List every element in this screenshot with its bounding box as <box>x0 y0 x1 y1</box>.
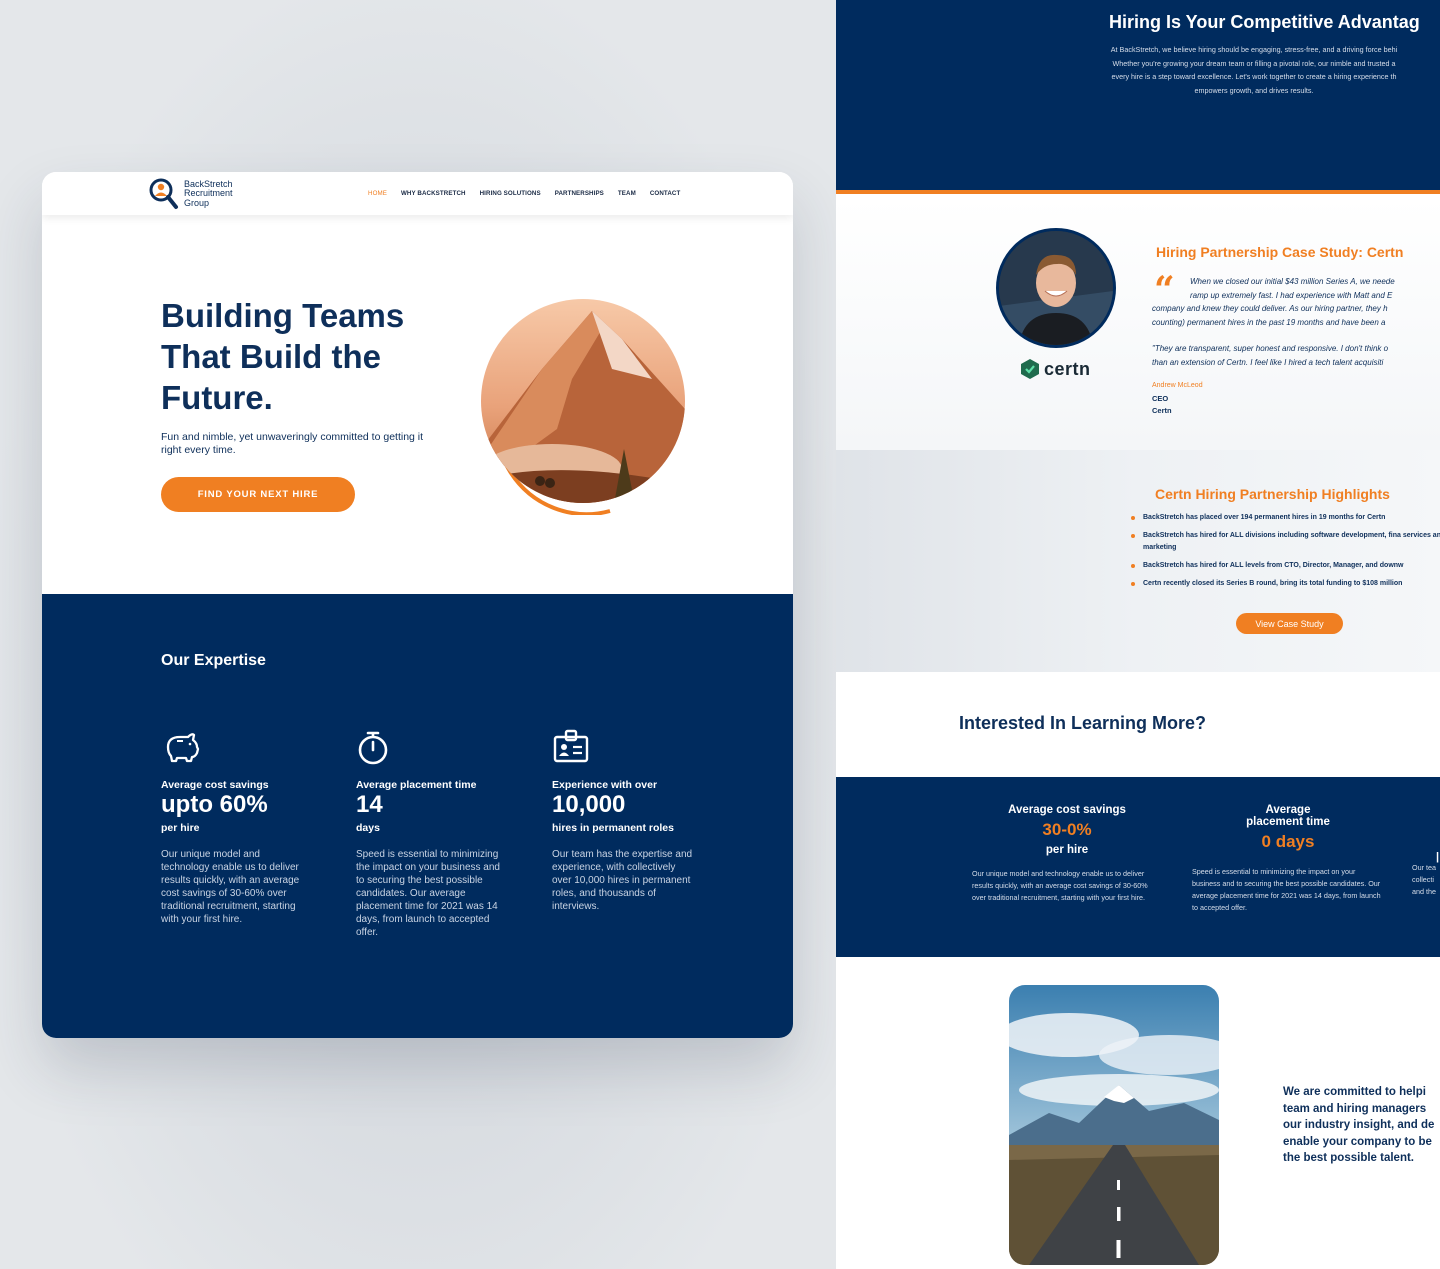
quote-line: ramp up extremely fast. I had experience… <box>1190 290 1393 300</box>
homepage-card: BackStretch Recruitment Group HOME WHY B… <box>42 172 793 1038</box>
competitive-advantage-body: At BackStretch, we believe hiring should… <box>1054 43 1440 97</box>
stat-description: Speed is essential to minimizing the imp… <box>1192 867 1381 912</box>
expertise-description: Our unique model and technology enable u… <box>161 849 300 925</box>
certn-wordmark: certn <box>1044 358 1091 379</box>
body-line: At BackStretch, we believe hiring should… <box>1110 45 1398 54</box>
quote-line: When we closed our initial $43 million S… <box>1190 277 1395 286</box>
expertise-unit: days <box>356 822 380 834</box>
commitment-line: We are committed to helpi <box>1283 1086 1426 1098</box>
testimonial-author: Andrew McLeod <box>1152 382 1203 389</box>
navbar: BackStretch Recruitment Group HOME WHY B… <box>42 172 793 215</box>
expertise-item-experience: Experience with over 10,000 hires in per… <box>552 727 702 913</box>
highlights-section: Certn Hiring Partnership Highlights Back… <box>836 450 1440 672</box>
list-item: BackStretch has placed over 194 permanen… <box>1130 512 1440 524</box>
competitive-advantage-section: Hiring Is Your Competitive Advantag At B… <box>836 0 1440 194</box>
logo[interactable]: BackStretch Recruitment Group <box>149 178 254 210</box>
road-mountain-image <box>1009 985 1219 1265</box>
case-study-title: Hiring Partnership Case Study: Certn <box>1156 244 1404 260</box>
case-study-quote: When we closed our initial $43 million S… <box>1152 275 1440 329</box>
commitment-line: the best possible talent. <box>1283 1152 1414 1164</box>
list-item: BackStretch has hired for ALL divisions … <box>1130 530 1440 554</box>
expertise-section: Our Expertise Average cost savings upto … <box>42 594 793 1038</box>
expertise-value: 14 <box>356 791 383 818</box>
stat-description: Our unique model and technology enable u… <box>972 869 1148 902</box>
stat-value: 30-0% <box>1042 820 1092 839</box>
magnifier-person-icon <box>149 178 179 210</box>
nav-team[interactable]: TEAM <box>618 190 636 197</box>
piggy-bank-icon <box>162 727 200 767</box>
stat-label-line-2: placement time <box>1246 816 1330 828</box>
certn-logo: certn <box>1020 358 1091 380</box>
list-item: BackStretch has hired for ALL levels fro… <box>1130 560 1440 572</box>
commitment-text: We are committed to helpi team and hirin… <box>1283 1084 1440 1167</box>
avatar <box>996 228 1116 348</box>
expertise-unit: hires in permanent roles <box>552 822 674 834</box>
expertise-item-cost: Average cost savings upto 60% per hire O… <box>161 727 311 926</box>
body-line: Whether you're growing your dream team o… <box>1112 58 1396 68</box>
hero-mountain-image <box>462 299 687 517</box>
highlights-title: Certn Hiring Partnership Highlights <box>1155 486 1390 502</box>
hero-title-line-3: Future. <box>161 379 273 416</box>
commitment-line: team and hiring managers <box>1283 1102 1427 1115</box>
view-case-study-button[interactable]: View Case Study <box>1236 613 1343 634</box>
nav-home[interactable]: HOME <box>368 190 387 197</box>
expertise-description: Our team has the expertise and experienc… <box>552 849 693 912</box>
expertise-label: Experience with over <box>552 779 658 791</box>
page-scroll-preview: Hiring Is Your Competitive Advantag At B… <box>836 0 1440 1269</box>
stat-cut-line: collecti <box>1412 875 1434 884</box>
expertise-unit: per hire <box>161 822 200 834</box>
nav-why-backstretch[interactable]: WHY BACKSTRETCH <box>401 190 466 197</box>
testimonial-role: CEO <box>1152 394 1169 403</box>
logo-line-3: Group <box>184 197 210 208</box>
nav-hiring-solutions[interactable]: HIRING SOLUTIONS <box>480 190 541 197</box>
expertise-label: Average placement time <box>356 779 477 791</box>
expertise-item-time: Average placement time 14 days Speed is … <box>356 727 506 939</box>
testimonial-company: Certn <box>1152 406 1172 415</box>
expertise-value: upto 60% <box>161 791 268 818</box>
expertise-label: Average cost savings <box>161 779 269 791</box>
expertise-title: Our Expertise <box>161 652 266 669</box>
nav-menu: HOME WHY BACKSTRETCH HIRING SOLUTIONS PA… <box>368 190 680 197</box>
stats-section: Average cost savings 30-0% per hire Our … <box>836 777 1440 957</box>
stopwatch-icon <box>357 727 395 767</box>
commitment-line: enable your company to be <box>1283 1135 1432 1148</box>
stat-value: 0 days <box>1261 832 1315 851</box>
logo-text: BackStretch Recruitment Group <box>184 179 254 209</box>
hero-title: Building Teams That Build the Future. <box>161 295 461 418</box>
body-line: every hire is a step toward excellence. … <box>1111 72 1397 81</box>
stat-unit: per hire <box>1045 844 1089 856</box>
quote-line: than an extension of Certn. I feel like … <box>1152 357 1384 367</box>
competitive-advantage-title: Hiring Is Your Competitive Advantag <box>1109 12 1420 32</box>
stat-cost: Average cost savings 30-0% per hire Our … <box>972 804 1162 904</box>
stat-cut-line: and the <box>1412 887 1436 896</box>
nav-contact[interactable]: CONTACT <box>650 190 681 197</box>
stat-label: Average cost savings <box>1008 804 1126 816</box>
commitment-line: our industry insight, and de <box>1283 1119 1435 1131</box>
body-line: empowers growth, and drives results. <box>1194 85 1314 95</box>
stat-time: Average placement time 0 days Speed is e… <box>1192 804 1384 914</box>
quote-line: counting) permanent hires in the past 19… <box>1152 317 1386 327</box>
quote-line: "They are transparent, super honest and … <box>1152 344 1389 353</box>
case-study-quote-2: "They are transparent, super honest and … <box>1152 342 1440 369</box>
id-badge-icon <box>553 727 591 767</box>
quote-line: company and knew they could deliver. As … <box>1152 304 1388 313</box>
stat-label-line-1: Average <box>1265 804 1311 816</box>
expertise-description: Speed is essential to minimizing the imp… <box>356 849 500 938</box>
learn-more-heading: Interested In Learning More? <box>959 713 1207 733</box>
hero-subtitle: Fun and nimble, yet unwaveringly committ… <box>161 431 424 456</box>
certn-mark-icon <box>1021 359 1039 379</box>
highlights-list: BackStretch has placed over 194 permanen… <box>1130 512 1440 596</box>
hero-section: Building Teams That Build the Future. Fu… <box>42 215 793 594</box>
list-item: Certn recently closed its Series B round… <box>1130 578 1440 590</box>
hero-title-line-2: That Build the <box>161 338 381 375</box>
hero-title-line-1: Building Teams <box>161 297 405 334</box>
expertise-value: 10,000 <box>552 791 626 818</box>
nav-partnerships[interactable]: PARTNERSHIPS <box>555 190 604 197</box>
stat-cut-line: Our tea <box>1412 863 1436 872</box>
stat-experience-partial: Our tea collecti and the <box>1412 862 1440 898</box>
find-next-hire-button[interactable]: FIND YOUR NEXT HIRE <box>161 477 355 512</box>
case-study-section: certn Hiring Partnership Case Study: Cer… <box>836 198 1440 450</box>
